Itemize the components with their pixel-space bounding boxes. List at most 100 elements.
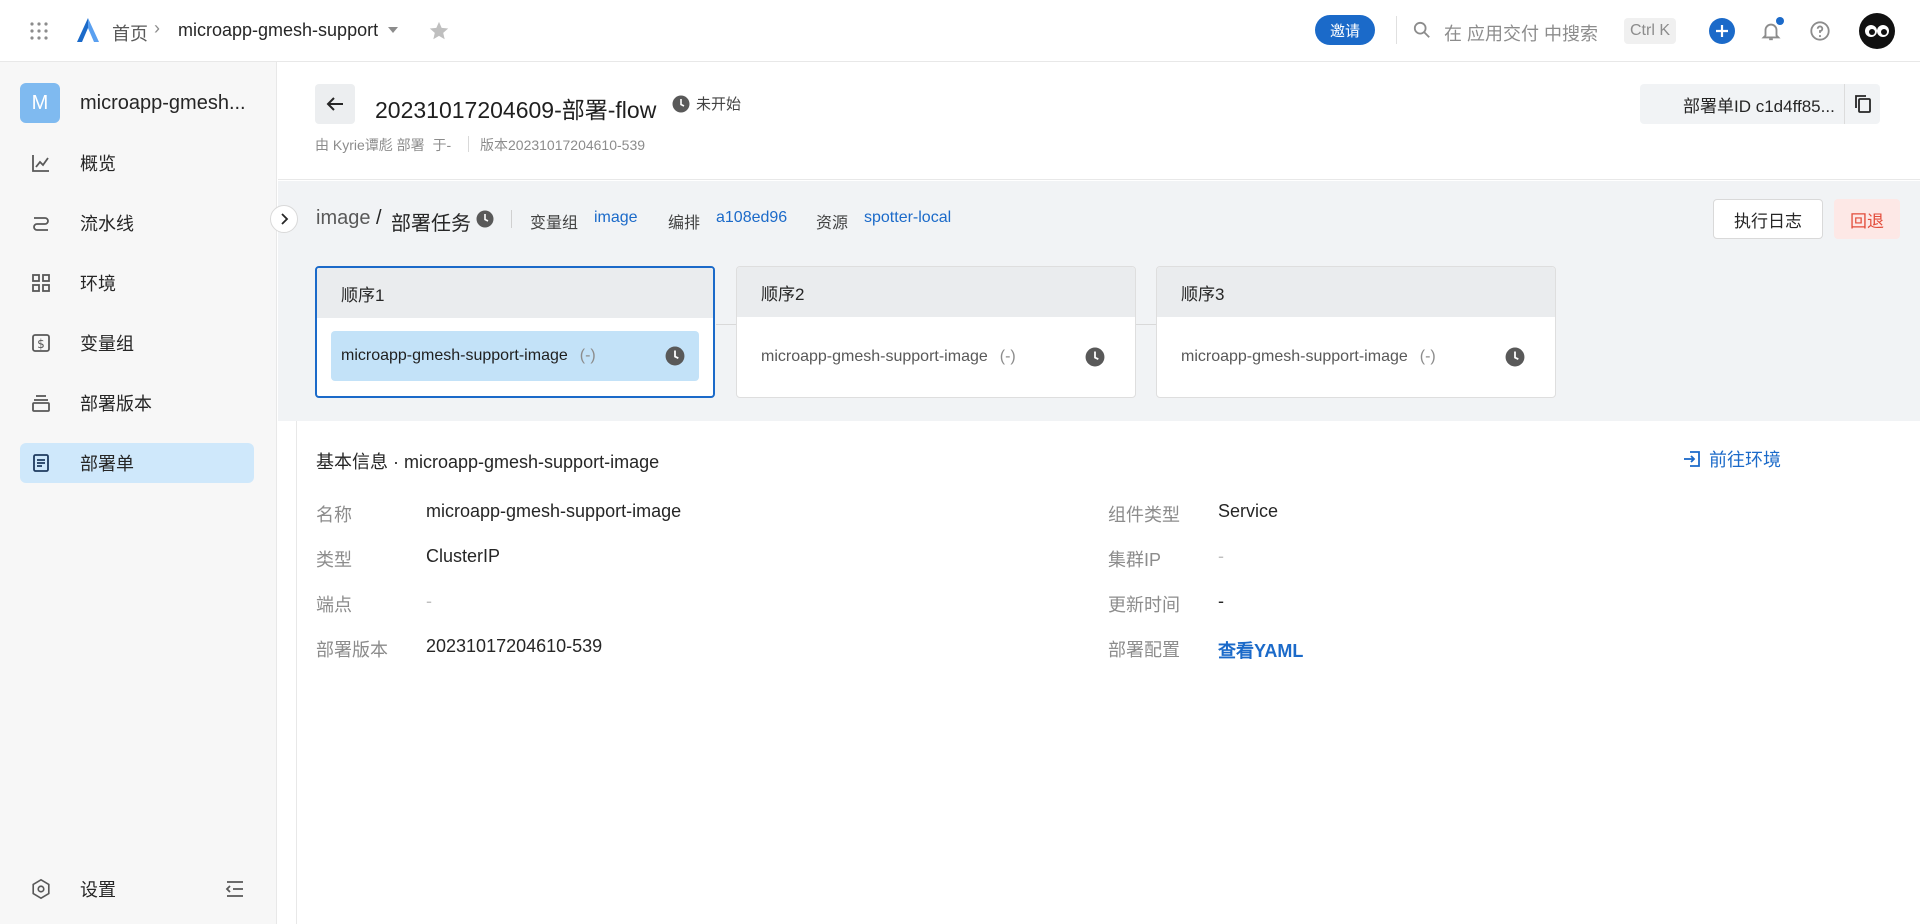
endpoint-value: - — [426, 591, 432, 611]
copy-icon[interactable] — [1844, 84, 1880, 124]
cluster-ip-value: - — [1218, 546, 1224, 566]
breadcrumb-home[interactable]: 首页 — [112, 20, 148, 46]
sidebar-item-label: 环境 — [80, 274, 116, 294]
rollback-button[interactable]: 回退 — [1834, 199, 1900, 239]
page-header: 20231017204609-部署-flow 未开始 由 Kyrie谭彪 部署 … — [278, 62, 1920, 180]
endpoint-label: 端点 — [316, 595, 352, 615]
view-yaml-link[interactable]: 查看YAML — [1218, 637, 1303, 663]
user-avatar[interactable] — [1859, 13, 1895, 49]
breadcrumb-separator: / — [376, 207, 382, 229]
back-button[interactable] — [315, 84, 355, 124]
sidebar-item-deploy-version[interactable]: 部署版本 — [20, 383, 254, 423]
stage-connector — [716, 324, 736, 325]
chevron-right-icon: › — [154, 18, 160, 38]
grid-icon — [30, 272, 52, 294]
info-title: 基本信息 · microapp-gmesh-support-image — [316, 452, 660, 472]
sidebar-item-pipeline[interactable]: 流水线 — [20, 203, 254, 243]
stage-card-2[interactable]: 顺序2 microapp-gmesh-support-image (-) — [736, 266, 1136, 398]
collapse-sidebar-icon[interactable] — [224, 878, 246, 900]
stage-title: 顺序3 — [1157, 267, 1555, 317]
basic-info-panel: 基本信息 · microapp-gmesh-support-image 前往环境… — [296, 421, 1920, 924]
sidebar-item-deploy-order[interactable]: 部署单 — [20, 443, 254, 483]
main-content: 20231017204609-部署-flow 未开始 由 Kyrie谭彪 部署 … — [270, 62, 1920, 924]
orchestration-label: 编排 — [668, 215, 701, 232]
stage-task[interactable]: microapp-gmesh-support-image (-) — [751, 332, 1119, 382]
enter-icon — [1683, 450, 1701, 468]
name-label: 名称 — [316, 505, 352, 525]
update-time-value: - — [1218, 591, 1224, 611]
component-type-value: Service — [1218, 501, 1279, 521]
plus-icon[interactable] — [1709, 18, 1735, 44]
chevron-down-icon[interactable] — [386, 24, 400, 36]
divider — [511, 210, 512, 228]
sidebar-item-label: 概览 — [80, 154, 116, 174]
stage-title: 顺序1 — [317, 268, 713, 318]
clock-icon — [665, 346, 685, 371]
sidebar-item-environment[interactable]: 环境 — [20, 263, 254, 303]
sidebar-item-variable-group[interactable]: $ 变量组 — [20, 323, 254, 363]
type-label: 类型 — [316, 550, 352, 570]
star-icon[interactable] — [428, 20, 450, 42]
apps-grid-icon[interactable] — [28, 20, 50, 42]
invite-button[interactable]: 邀请 — [1315, 15, 1375, 45]
task-status: (-) — [1419, 348, 1436, 365]
resource-link[interactable]: spotter-local — [864, 209, 951, 227]
resource-label: 资源 — [816, 215, 849, 232]
app-switcher[interactable]: M microapp-gmesh... — [20, 82, 260, 124]
search-icon[interactable] — [1412, 20, 1432, 40]
settings-icon — [30, 878, 52, 900]
search-shortcut-badge: Ctrl K — [1624, 18, 1676, 44]
order-id-box: 部署单ID c1d4ff85... — [1640, 84, 1880, 124]
component-type-label: 组件类型 — [1108, 505, 1180, 525]
bell-icon[interactable] — [1758, 17, 1784, 44]
task-name: microapp-gmesh-support-image — [761, 348, 988, 365]
clock-icon — [476, 210, 494, 228]
type-value: ClusterIP — [426, 546, 501, 566]
deploy-meta-version: 版本20231017204610-539 — [480, 137, 646, 153]
execution-log-button[interactable]: 执行日志 — [1713, 199, 1823, 239]
line-chart-icon — [30, 152, 52, 174]
sidebar-item-label: 流水线 — [80, 214, 134, 234]
stack-icon — [30, 392, 52, 414]
clock-icon — [1085, 347, 1105, 372]
version-label: 部署版本 — [316, 640, 388, 660]
document-icon — [30, 452, 52, 474]
search-input[interactable]: 在 应用交付 中搜索 — [1444, 20, 1598, 46]
stage-title: 顺序2 — [737, 267, 1135, 317]
stage-card-1[interactable]: 顺序1 microapp-gmesh-support-image (-) — [315, 266, 715, 398]
meta-divider — [468, 136, 469, 152]
stage-task[interactable]: microapp-gmesh-support-image (-) — [1171, 332, 1539, 382]
stage-task[interactable]: microapp-gmesh-support-image (-) — [331, 331, 699, 381]
sidebar-item-overview[interactable]: 概览 — [20, 143, 254, 183]
svg-text:$: $ — [37, 337, 45, 351]
app-avatar: M — [20, 83, 60, 123]
goto-environment-label: 前往环境 — [1709, 450, 1781, 470]
help-icon[interactable] — [1808, 19, 1832, 43]
project-selector[interactable]: microapp-gmesh-support — [178, 20, 378, 41]
vargroup-link[interactable]: image — [594, 209, 638, 227]
orchestration-link[interactable]: a108ed96 — [716, 209, 787, 227]
breadcrumb-image[interactable]: image — [316, 207, 370, 230]
stage-card-3[interactable]: 顺序3 microapp-gmesh-support-image (-) — [1156, 266, 1556, 398]
sidebar: M microapp-gmesh... 概览 流水线 环境 $ 变量组 部署版本 — [0, 62, 277, 924]
divider — [1396, 16, 1397, 44]
goto-environment-link[interactable]: 前往环境 — [1683, 446, 1781, 472]
pipeline-icon — [30, 212, 52, 234]
logo-icon[interactable] — [74, 16, 102, 44]
stage-connector — [1136, 324, 1156, 325]
vargroup-label: 变量组 — [530, 215, 579, 232]
top-bar: 首页 › microapp-gmesh-support 邀请 在 应用交付 中搜… — [0, 0, 1920, 62]
clock-icon — [672, 95, 690, 113]
name-value: microapp-gmesh-support-image — [426, 501, 682, 521]
sidebar-item-label: 部署版本 — [80, 394, 152, 414]
status-badge: 未开始 — [672, 93, 741, 114]
update-time-label: 更新时间 — [1108, 595, 1180, 615]
sidebar-item-settings[interactable]: 设置 — [30, 876, 116, 902]
clock-icon — [1505, 347, 1525, 372]
expand-panel-icon[interactable] — [270, 205, 298, 233]
task-status: (-) — [999, 348, 1016, 365]
sidebar-item-label: 部署单 — [80, 454, 134, 474]
status-text: 未开始 — [696, 96, 742, 113]
settings-label: 设置 — [80, 880, 116, 900]
version-value: 20231017204610-539 — [426, 636, 603, 656]
